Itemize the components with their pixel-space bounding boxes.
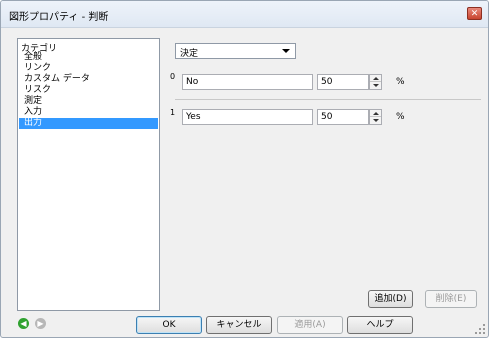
- output-name-field[interactable]: Yes: [182, 109, 313, 125]
- category-item-input[interactable]: 入力: [19, 107, 158, 118]
- category-item-custom-data[interactable]: カスタム データ: [19, 74, 158, 85]
- spin-down-icon[interactable]: [370, 82, 381, 89]
- chevron-down-icon: [282, 49, 290, 53]
- row-index: 1: [170, 108, 176, 117]
- output-name-field[interactable]: No: [182, 74, 313, 90]
- row-index: 0: [170, 72, 176, 81]
- title-bar: 図形プロパティ - 判断 ✕: [1, 1, 488, 28]
- percent-spinner[interactable]: [369, 109, 382, 125]
- resize-grip-icon[interactable]: [475, 324, 485, 334]
- category-item-risk[interactable]: リスク: [19, 85, 158, 96]
- category-item-link[interactable]: リンク: [19, 63, 158, 74]
- percent-unit: %: [396, 77, 405, 87]
- properties-dialog: 図形プロパティ - 判断 ✕ カテゴリ 全般 リンク カスタム データ リスク …: [0, 0, 489, 338]
- back-icon[interactable]: ◀: [18, 318, 29, 329]
- category-item-measure[interactable]: 測定: [19, 96, 158, 107]
- spin-up-icon[interactable]: [370, 110, 381, 117]
- category-item-general[interactable]: 全般: [19, 52, 158, 63]
- add-button[interactable]: 追加(D): [368, 290, 413, 308]
- spin-down-icon[interactable]: [370, 117, 381, 124]
- category-list: カテゴリ 全般 リンク カスタム データ リスク 測定 入力 出力: [17, 38, 160, 311]
- output-percent-field[interactable]: 50: [317, 109, 369, 125]
- cancel-button[interactable]: キャンセル: [206, 316, 272, 334]
- close-icon: ✕: [470, 9, 479, 19]
- ok-button[interactable]: OK: [136, 316, 202, 334]
- forward-icon[interactable]: ▶: [35, 318, 46, 329]
- category-item-output[interactable]: 出力: [19, 118, 158, 129]
- spin-up-icon[interactable]: [370, 75, 381, 82]
- percent-spinner[interactable]: [369, 74, 382, 90]
- window-title: 図形プロパティ - 判断: [9, 12, 109, 23]
- close-button[interactable]: ✕: [467, 7, 482, 20]
- output-percent-field[interactable]: 50: [317, 74, 369, 90]
- help-button[interactable]: ヘルプ: [347, 316, 413, 334]
- delete-button[interactable]: 削除(E): [425, 290, 477, 308]
- dropdown-value: 決定: [180, 49, 199, 59]
- output-type-dropdown[interactable]: 決定: [175, 43, 296, 59]
- percent-unit: %: [396, 112, 405, 122]
- apply-button[interactable]: 適用(A): [277, 316, 343, 334]
- row-divider: [175, 99, 481, 100]
